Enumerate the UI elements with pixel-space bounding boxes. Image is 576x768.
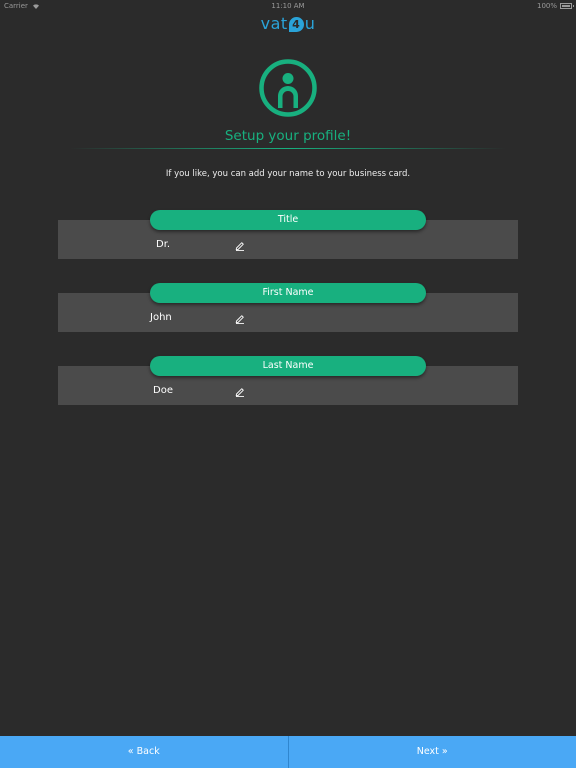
- pencil-icon[interactable]: [235, 241, 245, 251]
- last-name-field-value[interactable]: Doe: [153, 385, 173, 396]
- battery-icon: [560, 3, 574, 9]
- title-field-label: Title: [150, 210, 426, 230]
- status-bar: Carrier 11:10 AM 100%: [0, 0, 576, 12]
- back-button[interactable]: « Back: [0, 736, 288, 768]
- title-divider: [70, 148, 506, 149]
- last-name-field-label: Last Name: [150, 356, 426, 376]
- status-battery: 100%: [536, 2, 574, 10]
- pencil-icon[interactable]: [235, 314, 245, 324]
- user-circle-icon: [259, 59, 317, 117]
- logo-prefix: vat: [260, 14, 288, 33]
- app-logo: vat 4 u: [0, 14, 576, 33]
- page-title: Setup your profile!: [224, 128, 352, 144]
- status-time: 11:10 AM: [271, 2, 305, 10]
- pencil-icon[interactable]: [235, 387, 245, 397]
- next-button[interactable]: Next »: [289, 736, 576, 768]
- title-field-value[interactable]: Dr.: [156, 239, 170, 250]
- battery-percent: 100%: [536, 2, 557, 10]
- logo-mark: 4: [288, 17, 304, 32]
- intro-text: If you like, you can add your name to yo…: [165, 169, 411, 179]
- first-name-field-label: First Name: [150, 283, 426, 303]
- logo-suffix: u: [304, 14, 316, 33]
- footer-nav: « Back Next »: [0, 736, 576, 768]
- first-name-field-value[interactable]: John: [150, 312, 172, 323]
